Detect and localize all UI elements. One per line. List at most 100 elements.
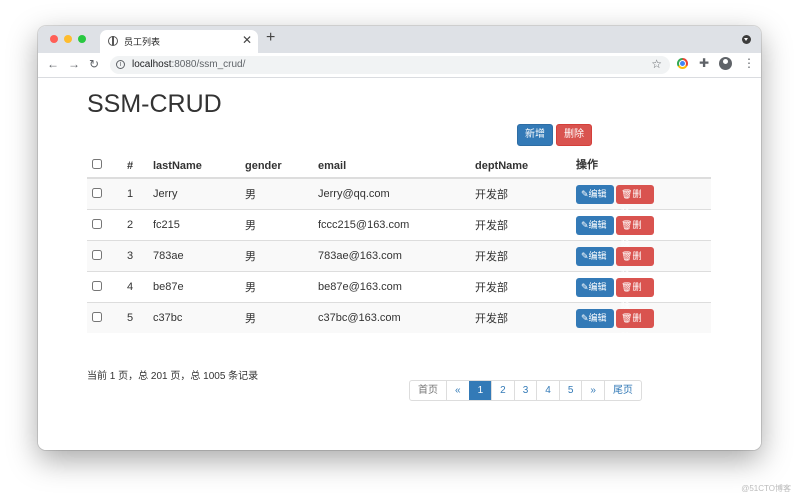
delete-all-button[interactable]: 删除 xyxy=(556,124,592,146)
url-host: localhost xyxy=(132,59,172,70)
cell-actions: ✎编辑 🗑删除 xyxy=(576,209,711,249)
row-checkbox[interactable] xyxy=(92,218,102,229)
employee-table: # lastName gender email deptName 操作 1 Je… xyxy=(87,150,711,342)
bookmark-star-icon[interactable]: ☆ xyxy=(651,57,662,71)
cell-id: 5 xyxy=(127,302,153,333)
cell-email: 783ae@163.com xyxy=(318,240,475,272)
header-gender: gender xyxy=(245,150,318,179)
table-header-row: # lastName gender email deptName 操作 xyxy=(87,150,711,179)
tab-strip: 员工列表 ✕ + xyxy=(38,26,761,53)
edit-button[interactable]: ✎编辑 xyxy=(576,277,614,297)
extensions-puzzle-icon[interactable]: ✚ xyxy=(699,56,709,70)
cell-actions: ✎编辑 🗑删除 xyxy=(576,302,711,342)
add-button[interactable]: 新增 xyxy=(517,124,553,146)
browser-window: 员工列表 ✕ + ← → ↻ i localhost:8080/ssm_crud… xyxy=(38,26,761,450)
row-checkbox[interactable] xyxy=(92,187,102,198)
cell-lastname: Jerry xyxy=(153,177,245,210)
table-row: 4 be87e 男 be87e@163.com 开发部 ✎编辑 🗑删除 xyxy=(87,271,711,311)
page-next[interactable]: » xyxy=(581,381,604,400)
row-checkbox-cell xyxy=(87,240,127,272)
close-window-icon[interactable] xyxy=(50,35,58,43)
page-2[interactable]: 2 xyxy=(491,381,514,400)
page-4[interactable]: 4 xyxy=(536,381,559,400)
pagination: 首页 « 1 2 3 4 5 » 尾页 xyxy=(409,380,642,401)
page-content: SSM-CRUD 新增 删除 # lastName gender email d… xyxy=(38,78,761,450)
edit-button[interactable]: ✎编辑 xyxy=(576,215,614,235)
maximize-window-icon[interactable] xyxy=(78,35,86,43)
globe-icon xyxy=(108,36,118,46)
address-bar[interactable]: i localhost:8080/ssm_crud/ ☆ xyxy=(110,56,670,74)
forward-arrow-icon[interactable]: → xyxy=(68,57,80,71)
url-text[interactable]: localhost:8080/ssm_crud/ xyxy=(132,59,245,70)
delete-button[interactable]: 🗑删除 xyxy=(616,308,654,342)
cell-email: c37bc@163.com xyxy=(318,302,475,333)
header-actions: 操作 xyxy=(576,150,711,179)
page-1[interactable]: 1 xyxy=(468,381,492,400)
cell-dept: 开发部 xyxy=(475,209,576,241)
pencil-icon: ✎ xyxy=(581,312,589,323)
cell-gender: 男 xyxy=(245,240,318,272)
edit-label: 编辑 xyxy=(588,219,607,230)
cell-email: Jerry@qq.com xyxy=(318,177,475,210)
delete-button[interactable]: 🗑删除 xyxy=(616,184,654,218)
pencil-icon: ✎ xyxy=(581,219,589,230)
tab-title: 员工列表 xyxy=(124,37,161,47)
header-email: email xyxy=(318,150,475,179)
page-summary: 当前 1 页，总 201 页，总 1005 条记录 xyxy=(87,371,259,382)
row-checkbox-cell xyxy=(87,209,127,241)
cell-actions: ✎编辑 🗑删除 xyxy=(576,240,711,280)
url-path: :8080/ssm_crud/ xyxy=(171,59,246,70)
cell-email: be87e@163.com xyxy=(318,271,475,303)
select-all-checkbox[interactable] xyxy=(92,159,102,169)
cell-dept: 开发部 xyxy=(475,240,576,272)
page-last[interactable]: 尾页 xyxy=(603,381,641,400)
cell-id: 4 xyxy=(127,271,153,303)
row-checkbox[interactable] xyxy=(92,280,102,291)
profile-avatar-icon[interactable] xyxy=(719,57,732,70)
tab-close-icon[interactable]: ✕ xyxy=(242,33,252,47)
window-controls xyxy=(50,35,86,43)
delete-button[interactable]: 🗑删除 xyxy=(616,277,654,311)
trash-icon: 🗑 xyxy=(621,281,633,292)
row-checkbox[interactable] xyxy=(92,311,102,322)
cell-gender: 男 xyxy=(245,209,318,241)
tab-search-icon[interactable] xyxy=(742,35,751,44)
table-row: 1 Jerry 男 Jerry@qq.com 开发部 ✎编辑 🗑删除 xyxy=(87,177,711,218)
delete-button[interactable]: 🗑删除 xyxy=(616,246,654,280)
edit-button[interactable]: ✎编辑 xyxy=(576,246,614,266)
page-prev[interactable]: « xyxy=(446,381,469,400)
edit-label: 编辑 xyxy=(588,312,607,323)
page-5[interactable]: 5 xyxy=(558,381,582,400)
info-icon[interactable]: i xyxy=(116,60,125,69)
back-arrow-icon[interactable]: ← xyxy=(47,57,59,71)
cell-dept: 开发部 xyxy=(475,177,576,210)
new-tab-icon[interactable]: + xyxy=(266,30,275,46)
row-checkbox[interactable] xyxy=(92,249,102,260)
edit-button[interactable]: ✎编辑 xyxy=(576,184,614,204)
trash-icon: 🗑 xyxy=(621,312,633,323)
browser-tab[interactable]: 员工列表 ✕ xyxy=(100,30,258,53)
edit-label: 编辑 xyxy=(588,281,607,292)
watermark: @51CTO博客 xyxy=(741,484,791,493)
browser-toolbar: ← → ↻ i localhost:8080/ssm_crud/ ☆ ✚ ⋮ xyxy=(38,53,761,78)
header-lastname: lastName xyxy=(153,150,245,179)
reload-icon[interactable]: ↻ xyxy=(89,57,99,71)
minimize-window-icon[interactable] xyxy=(64,35,72,43)
cell-lastname: 783ae xyxy=(153,240,245,272)
menu-kebab-icon[interactable]: ⋮ xyxy=(743,56,755,70)
trash-icon: 🗑 xyxy=(621,188,633,199)
cell-email: fccc215@163.com xyxy=(318,209,475,241)
table-row: 2 fc215 男 fccc215@163.com 开发部 ✎编辑 🗑删除 xyxy=(87,209,711,249)
cell-lastname: fc215 xyxy=(153,209,245,241)
page-first[interactable]: 首页 xyxy=(410,381,446,400)
pencil-icon: ✎ xyxy=(581,281,589,292)
page-3[interactable]: 3 xyxy=(513,381,537,400)
trash-icon: 🗑 xyxy=(621,250,633,261)
table-row: 3 783ae 男 783ae@163.com 开发部 ✎编辑 🗑删除 xyxy=(87,240,711,280)
chrome-extension-icon[interactable] xyxy=(677,58,688,69)
cell-gender: 男 xyxy=(245,271,318,303)
edit-label: 编辑 xyxy=(588,250,607,261)
pencil-icon: ✎ xyxy=(581,188,589,199)
delete-button[interactable]: 🗑删除 xyxy=(616,215,654,249)
edit-button[interactable]: ✎编辑 xyxy=(576,308,614,328)
